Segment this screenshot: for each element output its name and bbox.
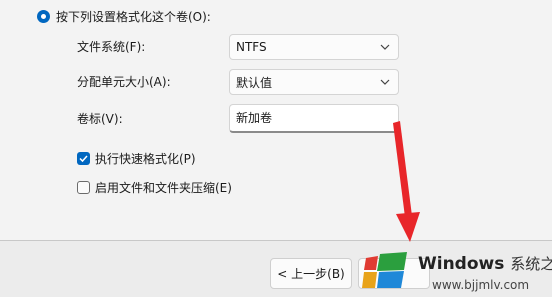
watermark-url: www.bjjmlv.com <box>432 278 530 292</box>
watermark-brand: Windows <box>418 254 505 274</box>
watermark-title: Windows 系统之家 <box>418 253 552 274</box>
windows-logo-icon <box>362 252 407 288</box>
watermark-cn: 系统之家 <box>510 255 552 273</box>
